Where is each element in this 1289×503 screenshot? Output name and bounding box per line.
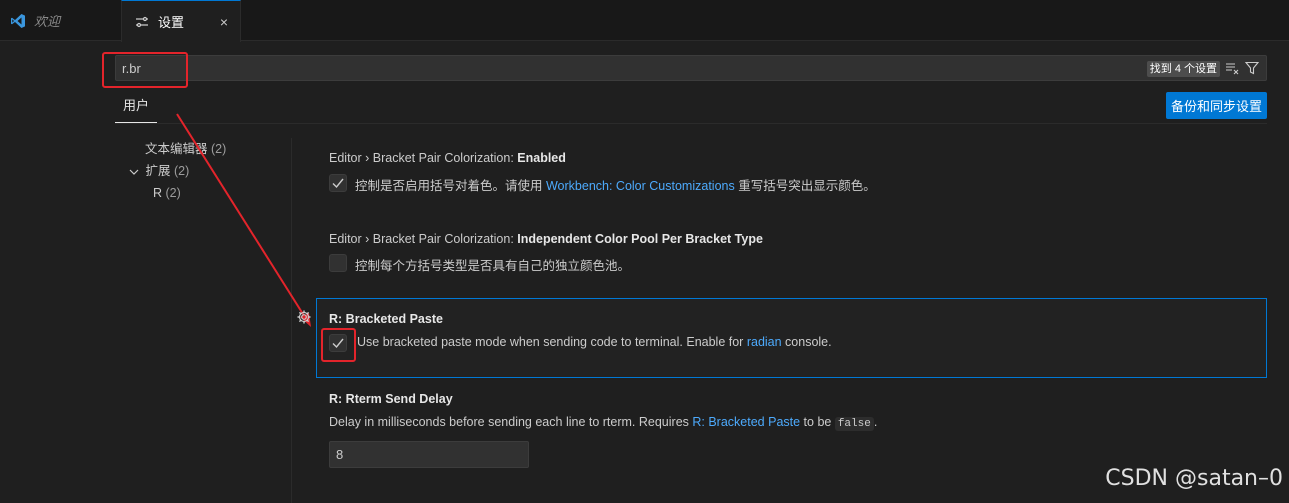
setting-name: Enabled — [517, 151, 566, 165]
setting-name: Bracketed Paste — [345, 312, 443, 326]
desc-link[interactable]: R: Bracketed Paste — [692, 415, 800, 429]
checkmark-icon — [332, 178, 344, 189]
watermark: CSDN @satan–0 — [1105, 466, 1283, 491]
setting-category: Editor › Bracket Pair Colorization: — [329, 232, 518, 246]
desc-text: 重写括号突出显示颜色。 — [734, 179, 876, 193]
setting-checkbox[interactable] — [329, 174, 347, 192]
setting-name: Independent Color Pool Per Bracket Type — [517, 232, 763, 246]
desc-code: false — [834, 417, 874, 431]
desc-text: 控制是否启用括号对着色。请使用 — [355, 179, 546, 193]
desc-text: to be — [800, 415, 835, 429]
setting-category: Editor › Bracket Pair Colorization: — [329, 151, 518, 165]
setting-title: R: Bracketed Paste — [329, 312, 443, 326]
desc-link[interactable]: Workbench: Color Customizations — [546, 179, 735, 193]
setting-category: R: — [329, 312, 346, 326]
desc-link[interactable]: radian — [747, 335, 782, 349]
desc-text: Use bracketed paste mode when sending co… — [357, 335, 747, 349]
setting-title: Editor › Bracket Pair Colorization: Enab… — [329, 151, 566, 165]
setting-title: R: Rterm Send Delay — [329, 392, 453, 406]
rterm-delay-input[interactable] — [329, 441, 529, 468]
desc-text: Delay in milliseconds before sending eac… — [329, 415, 693, 429]
setting-description: Use bracketed paste mode when sending co… — [357, 335, 832, 349]
desc-text: console. — [781, 335, 832, 349]
setting-checkbox[interactable] — [329, 254, 347, 272]
setting-category: R: — [329, 392, 346, 406]
setting-description: 控制是否启用括号对着色。请使用 Workbench: Color Customi… — [355, 175, 876, 194]
setting-description: Delay in milliseconds before sending eac… — [329, 415, 878, 431]
checkmark-icon — [332, 338, 344, 349]
setting-description: 控制每个方括号类型是否具有自己的独立颜色池。 — [355, 259, 631, 273]
desc-text: . — [873, 415, 878, 429]
gear-icon[interactable] — [296, 309, 312, 325]
setting-name: Rterm Send Delay — [345, 392, 453, 406]
setting-title: Editor › Bracket Pair Colorization: Inde… — [329, 232, 763, 246]
setting-checkbox[interactable] — [329, 334, 347, 352]
